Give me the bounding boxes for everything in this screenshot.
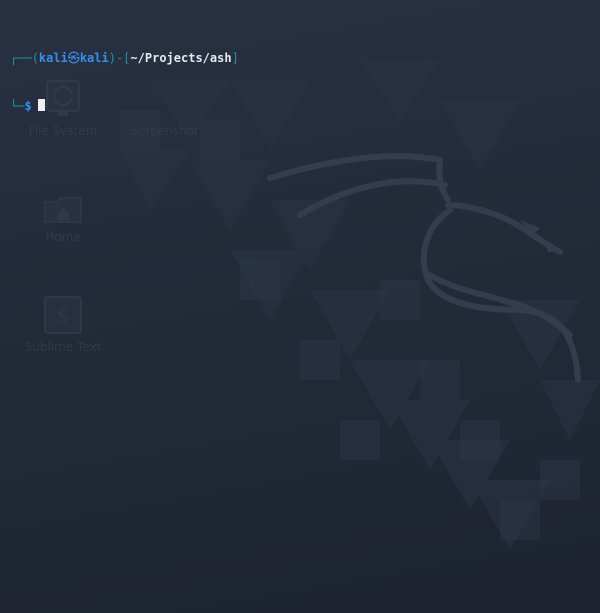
text-cursor[interactable] (37, 99, 45, 111)
terminal-prompt[interactable]: ┌──(kali㉿kali)-[~/Projects/ash] └─$ (10, 18, 239, 146)
prompt-cwd: ~/Projects/ash (130, 51, 232, 65)
prompt-line-1: ┌──(kali㉿kali)-[~/Projects/ash] (10, 51, 239, 65)
desktop-icon-label: Home (45, 230, 81, 244)
svg-text:S: S (57, 306, 68, 327)
prompt-host: kali (79, 51, 109, 65)
sublime-text-icon: S (44, 296, 82, 334)
desktop: File System Screenshot Home S Sublime Te… (0, 0, 600, 613)
prompt-symbol: $ (24, 99, 32, 113)
prompt-user: kali (38, 51, 68, 65)
desktop-icon-label: Sublime Text (24, 340, 102, 354)
prompt-at-symbol: ㉿ (67, 51, 80, 65)
desktop-icon-sublime-text[interactable]: S Sublime Text (8, 296, 118, 354)
desktop-icon-home[interactable]: Home (8, 196, 118, 244)
home-folder-icon (44, 197, 82, 223)
prompt-line-2: └─$ (10, 98, 239, 114)
